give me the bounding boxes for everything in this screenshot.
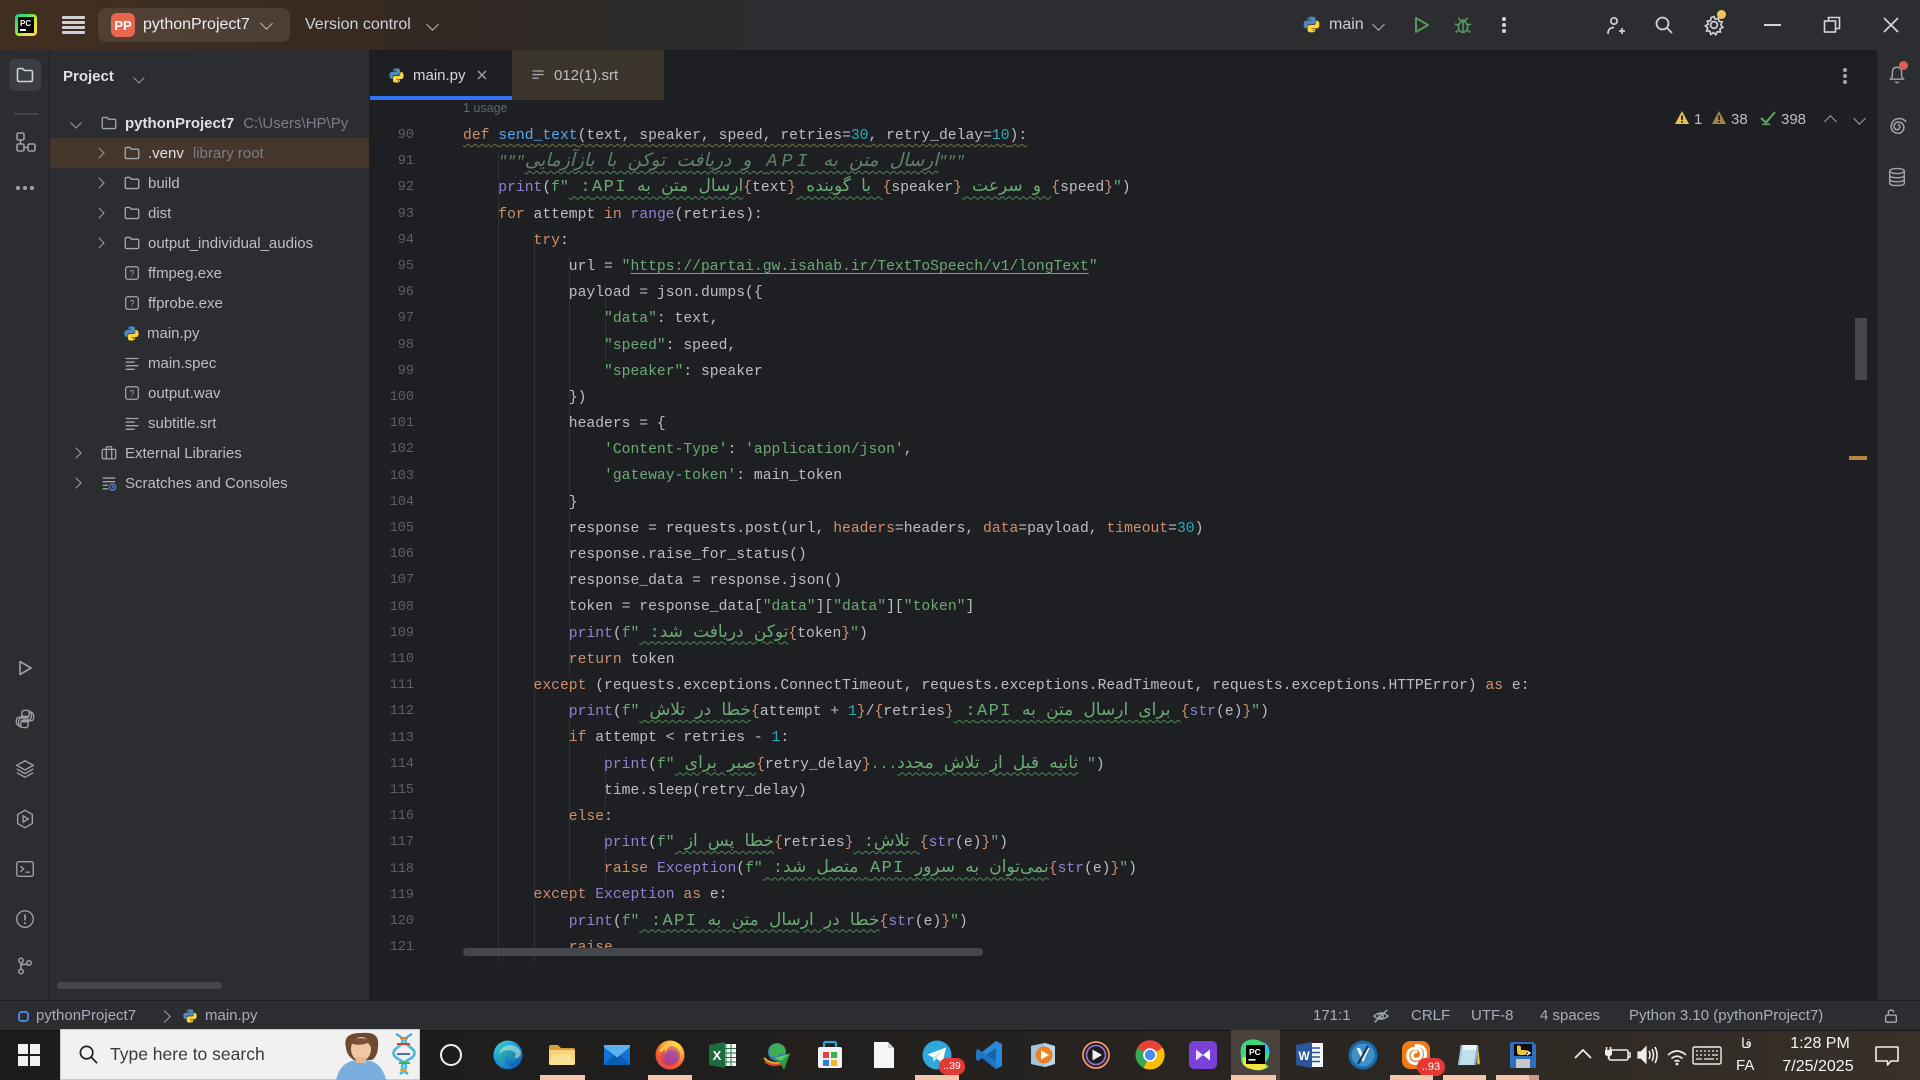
svg-text:W: W (1298, 1049, 1310, 1063)
svg-text:?: ? (129, 389, 134, 399)
svg-text:PC: PC (1249, 1047, 1261, 1057)
svg-text:?: ? (129, 269, 134, 279)
svg-text:?: ? (129, 299, 134, 309)
svg-text:X: X (713, 1048, 722, 1063)
